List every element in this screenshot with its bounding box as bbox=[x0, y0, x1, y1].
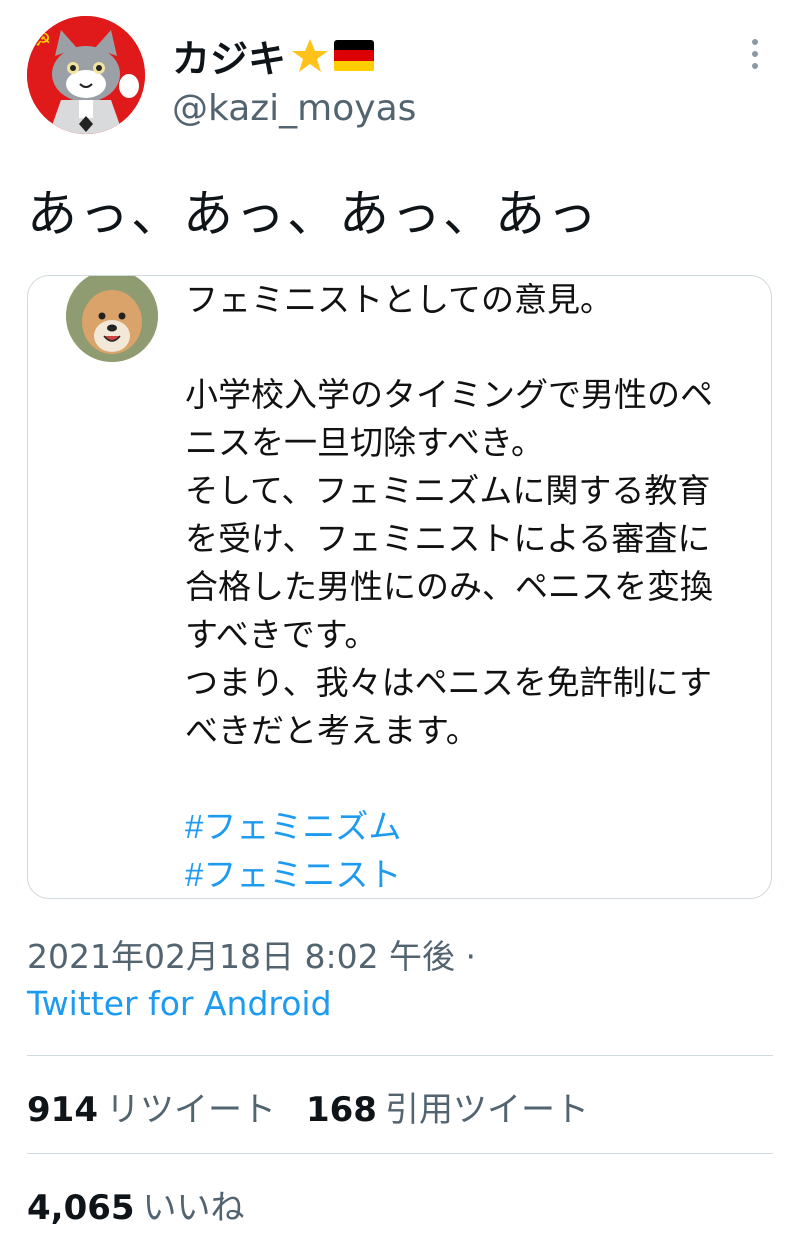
hashtag-link: #フェミニスト bbox=[185, 856, 402, 893]
quoted-line: べきだと考えます。 bbox=[185, 712, 479, 749]
svg-text:☭: ☭ bbox=[35, 30, 51, 51]
display-name-text: カジキ bbox=[172, 37, 287, 81]
engagement-row: 914 リツイート 168 引用ツイート bbox=[27, 1082, 589, 1131]
cat-avatar-image: ☭ bbox=[27, 16, 145, 134]
likes-stat[interactable]: 4,065 いいね bbox=[27, 1180, 245, 1229]
like-count: 4,065 bbox=[27, 1188, 135, 1228]
quoted-line: フェミニストとしての意見。 bbox=[185, 281, 614, 318]
quoted-line: そして、フェミニズムに関する教育 bbox=[185, 472, 711, 509]
quoted-line: すべきです。 bbox=[185, 616, 378, 653]
more-vertical-icon[interactable] bbox=[744, 36, 766, 72]
tweet-source-link[interactable]: Twitter for Android bbox=[27, 984, 332, 1023]
avatar[interactable]: ☭ bbox=[27, 16, 145, 134]
like-label: いいね bbox=[142, 1188, 245, 1228]
quote-tweets-stat[interactable]: 168 引用ツイート bbox=[306, 1082, 589, 1131]
divider bbox=[27, 1153, 773, 1154]
retweets-stat[interactable]: 914 リツイート bbox=[27, 1082, 276, 1131]
likes-row: 4,065 いいね bbox=[27, 1180, 245, 1229]
quoted-text: フェミニストとしての意見。 小学校入学のタイミングで男性のペ ニスを一旦切除すべ… bbox=[185, 276, 760, 898]
quoted-line: 小学校入学のタイミングで男性のペ bbox=[185, 376, 713, 413]
user-handle[interactable]: @kazi_moyas bbox=[172, 88, 416, 129]
retweet-count: 914 bbox=[27, 1090, 98, 1130]
star-icon bbox=[290, 36, 330, 76]
quoted-line: ニスを一旦切除すべき。 bbox=[185, 424, 545, 461]
divider bbox=[27, 1055, 773, 1056]
quoted-line: 合格した男性にのみ、ペニスを変換 bbox=[185, 568, 713, 605]
quoted-blank-spacer bbox=[185, 755, 760, 803]
quoted-line-blank bbox=[185, 324, 760, 371]
quoted-image-card[interactable]: フェミニストとしての意見。 小学校入学のタイミングで男性のペ ニスを一旦切除すべ… bbox=[27, 275, 772, 899]
quoted-line: つまり、我々はペニスを免許制にす bbox=[185, 664, 713, 701]
tweet-timestamp[interactable]: 2021年02月18日 8:02 午後 · bbox=[27, 930, 476, 978]
quote-count: 168 bbox=[305, 1090, 377, 1130]
display-name[interactable]: カジキ bbox=[172, 28, 375, 83]
dog-avatar bbox=[66, 276, 158, 362]
tweet-text: あっ、あっ、あっ、あっ bbox=[27, 185, 599, 243]
quote-label: 引用ツイート bbox=[384, 1090, 589, 1130]
german-flag-icon bbox=[334, 39, 375, 72]
quoted-line: を受け、フェミニストによる審査に bbox=[185, 520, 711, 557]
hashtag-link: #フェミニズム bbox=[185, 808, 402, 845]
retweet-label: リツイート bbox=[105, 1090, 276, 1130]
